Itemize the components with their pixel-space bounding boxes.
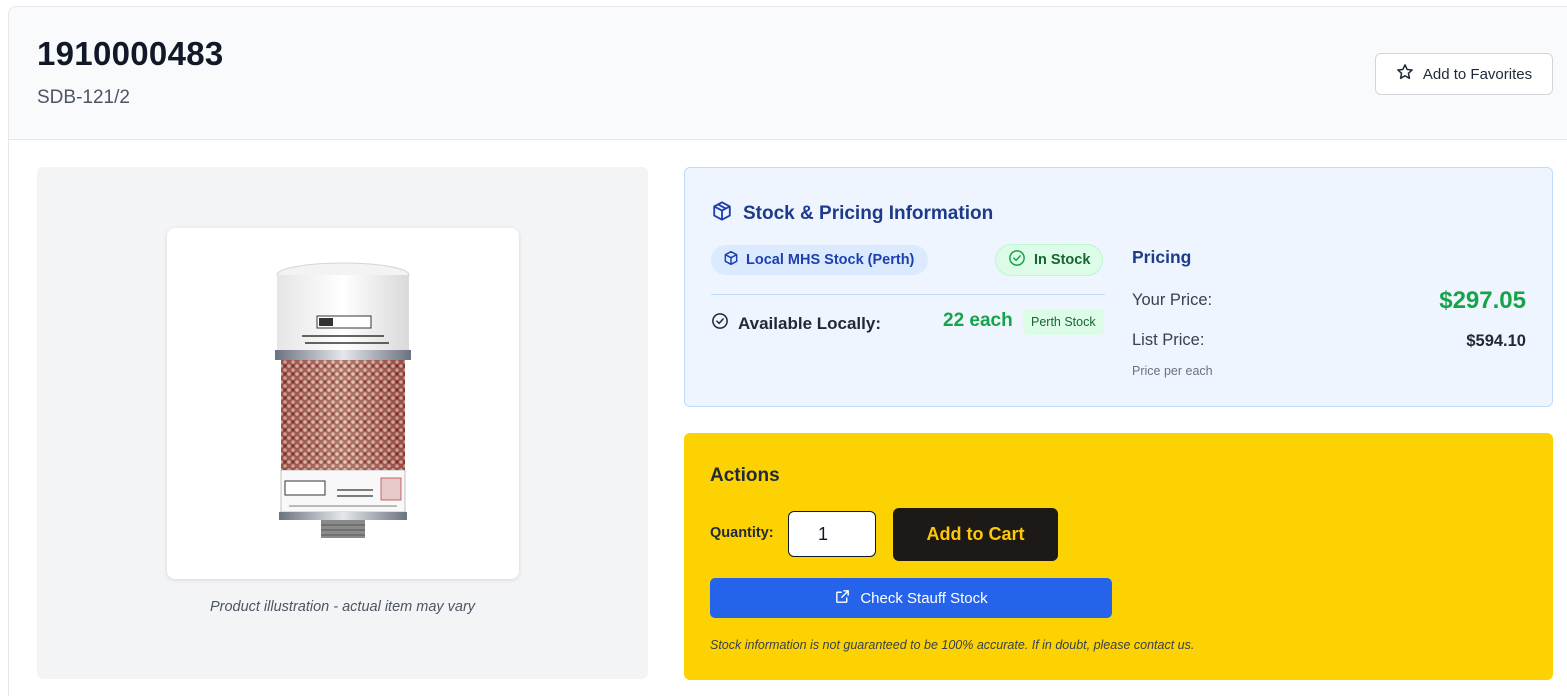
status-label: In Stock (1034, 252, 1091, 268)
pricing-title: Pricing (1132, 247, 1192, 267)
stock-section-title: Stock & Pricing Information (711, 200, 993, 228)
part-code: SDB-121/2 (37, 87, 130, 108)
check-circle-icon (1008, 249, 1026, 271)
available-label: Available Locally: (711, 312, 881, 335)
package-icon (723, 250, 739, 270)
add-to-favorites-button[interactable]: Add to Favorites (1375, 53, 1553, 95)
air-conditioner-filter-illustration (275, 262, 411, 538)
check-circle-icon (711, 312, 729, 335)
external-link-icon (834, 588, 851, 609)
location-tag: Perth Stock (1023, 309, 1104, 335)
stock-pricing-panel: Stock & Pricing Information Local MHS St… (684, 167, 1553, 407)
star-icon (1396, 63, 1414, 85)
page: 1910000483 SDB-121/2 Add to Favorites Pr… (0, 0, 1567, 696)
product-image-panel: Product illustration - actual item may v… (37, 167, 648, 679)
price-unit-note: Price per each (1132, 364, 1213, 378)
available-quantity: 22 each (943, 310, 1013, 331)
package-icon (711, 200, 733, 228)
image-caption: Product illustration - actual item may v… (209, 599, 476, 615)
divider (711, 294, 1105, 295)
list-price-label: List Price: (1132, 331, 1205, 349)
available-label-text: Available Locally: (738, 313, 881, 333)
local-stock-label: Local MHS Stock (Perth) (746, 252, 915, 268)
stock-title-text: Stock & Pricing Information (743, 203, 994, 224)
local-stock-badge: Local MHS Stock (Perth) (711, 245, 929, 275)
add-to-cart-button[interactable]: Add to Cart (893, 508, 1058, 561)
check-stauff-stock-button[interactable]: Check Stauff Stock (710, 578, 1112, 618)
check-stauff-stock-label: Check Stauff Stock (860, 589, 988, 607)
your-price-label: Your Price: (1132, 291, 1213, 309)
stock-disclaimer: Stock information is not guaranteed to b… (710, 638, 1195, 652)
available-locally-row: Available Locally: 22 each Perth Stock (711, 308, 1105, 338)
product-detail-card: 1910000483 SDB-121/2 Add to Favorites Pr… (8, 6, 1567, 696)
page-title: 1910000483 (37, 35, 224, 72)
product-header: 1910000483 SDB-121/2 Add to Favorites (9, 7, 1567, 140)
list-price-value: $594.10 (1466, 332, 1526, 350)
your-price-value: $297.05 (1439, 287, 1526, 314)
product-image (167, 228, 519, 579)
add-to-favorites-label: Add to Favorites (1422, 65, 1533, 83)
status-badge: In Stock (995, 244, 1104, 276)
quantity-input[interactable] (788, 511, 876, 557)
quantity-label: Quantity: (710, 525, 774, 541)
actions-panel: Actions Quantity: Add to Cart Check Stau… (684, 433, 1553, 680)
actions-title: Actions (710, 465, 780, 486)
